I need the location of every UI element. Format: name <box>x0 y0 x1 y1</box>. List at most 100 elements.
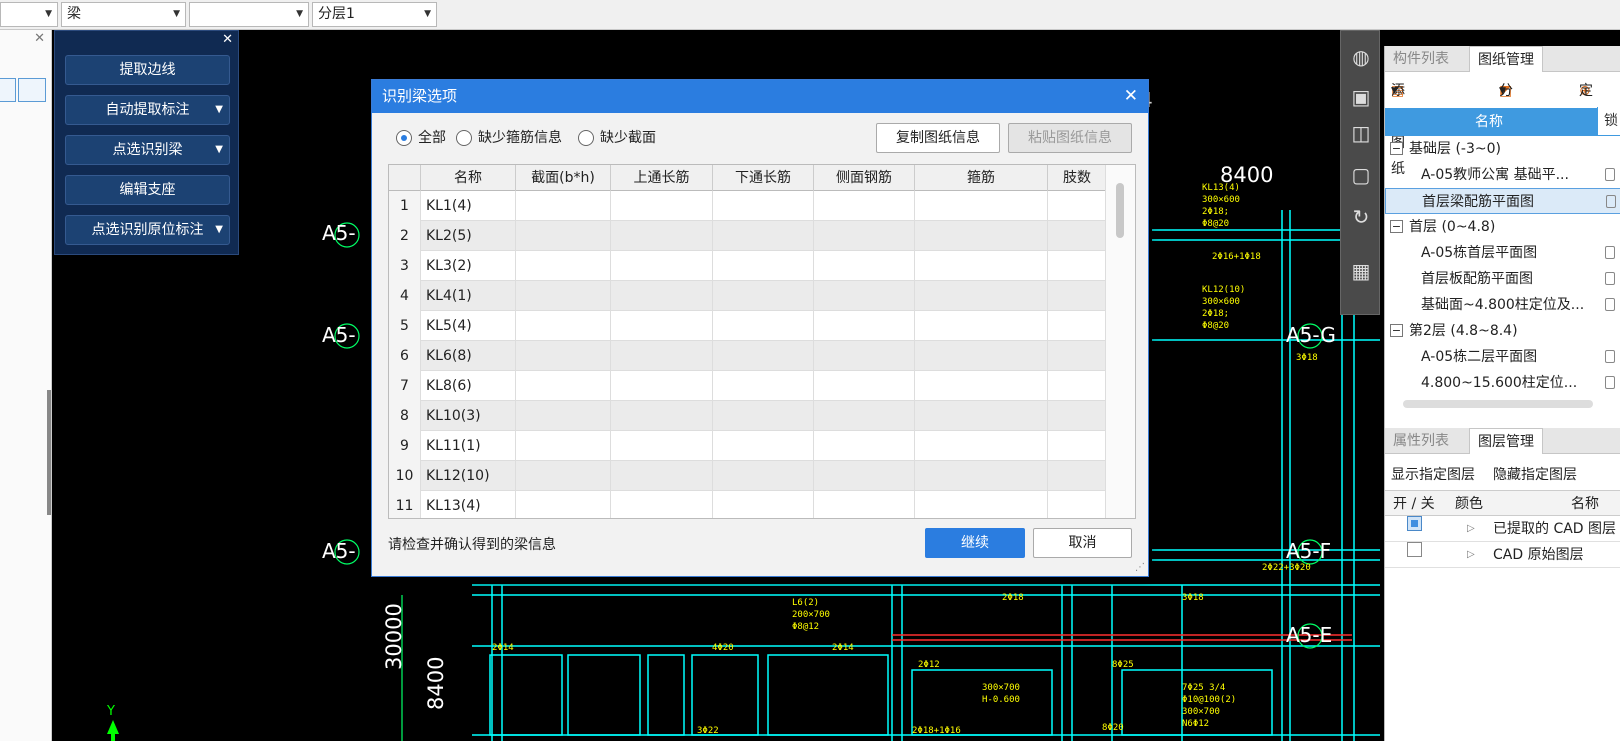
table-cell[interactable] <box>915 191 1048 221</box>
table-cell[interactable] <box>713 281 814 311</box>
tree-item-drawing[interactable]: A-05栋二层平面图 <box>1385 344 1620 370</box>
table-cell[interactable] <box>516 491 611 518</box>
lock-icon[interactable] <box>1605 168 1615 181</box>
lock-icon[interactable] <box>1605 376 1615 389</box>
table-cell[interactable] <box>1048 191 1107 221</box>
close-icon[interactable]: ✕ <box>222 32 233 47</box>
panel-splitter[interactable] <box>47 390 51 515</box>
chevron-down-icon[interactable]: ▼ <box>215 216 223 244</box>
beam-name-cell[interactable]: KL5(4) <box>421 311 516 341</box>
grid-settings-icon[interactable]: ▦ <box>1347 257 1375 285</box>
pick-recognize-inplace-label-button[interactable]: 点选识别原位标注 ▼ <box>65 215 230 245</box>
table-cell[interactable] <box>814 401 915 431</box>
iso-view-icon[interactable]: ▢ <box>1347 161 1375 189</box>
table-cell[interactable] <box>915 491 1048 518</box>
beam-name-cell[interactable]: KL6(8) <box>421 341 516 371</box>
table-cell[interactable] <box>1048 281 1107 311</box>
tab-component-list[interactable]: 构件列表 <box>1385 46 1457 72</box>
table-cell[interactable] <box>516 251 611 281</box>
table-cell[interactable] <box>1048 491 1107 518</box>
close-icon[interactable]: ✕ <box>1124 80 1138 113</box>
beam-name-cell[interactable]: KL10(3) <box>421 401 516 431</box>
edit-support-button[interactable]: 编辑支座 <box>65 175 230 205</box>
table-vertical-scrollbar[interactable] <box>1105 165 1135 518</box>
table-cell[interactable] <box>516 461 611 491</box>
cancel-button[interactable]: 取消 <box>1033 528 1132 558</box>
resize-grip-icon[interactable]: ⋰ <box>1135 562 1145 573</box>
lock-icon[interactable] <box>1605 350 1615 363</box>
tab-drawing-management[interactable]: 图纸管理 <box>1469 46 1543 72</box>
table-row[interactable]: 10 KL12(10) <box>389 461 1107 491</box>
layer-row-original[interactable]: ▷ CAD 原始图层 <box>1385 542 1620 568</box>
beam-name-cell[interactable]: KL13(4) <box>421 491 516 518</box>
table-cell[interactable] <box>516 281 611 311</box>
table-cell[interactable] <box>611 371 713 401</box>
tree-node-floor-first[interactable]: − 首层 (0~4.8) <box>1385 214 1620 240</box>
table-cell[interactable] <box>611 221 713 251</box>
table-cell[interactable] <box>611 281 713 311</box>
table-cell[interactable] <box>1048 461 1107 491</box>
beam-name-cell[interactable]: KL4(1) <box>421 281 516 311</box>
tree-item-drawing[interactable]: A-05栋首层平面图 <box>1385 240 1620 266</box>
layer-row-extracted[interactable]: ▷ 已提取的 CAD 图层 <box>1385 516 1620 542</box>
table-cell[interactable] <box>713 341 814 371</box>
table-cell[interactable] <box>915 431 1048 461</box>
close-icon[interactable]: ✕ <box>34 31 45 46</box>
beam-name-cell[interactable]: KL12(10) <box>421 461 516 491</box>
3d-view-icon[interactable]: ▣ <box>1347 83 1375 111</box>
tree-node-floor-second[interactable]: − 第2层 (4.8~8.4) <box>1385 318 1620 344</box>
tree-node-floor-foundation[interactable]: − 基础层 (-3~0) <box>1385 136 1620 162</box>
component-type-select[interactable]: 梁 ▼ <box>61 2 186 27</box>
table-row[interactable]: 2 KL2(5) <box>389 221 1107 251</box>
orbit-icon[interactable]: ◍ <box>1347 43 1375 71</box>
table-cell[interactable] <box>611 341 713 371</box>
table-cell[interactable] <box>915 461 1048 491</box>
table-row[interactable]: 9 KL11(1) <box>389 431 1107 461</box>
table-cell[interactable] <box>713 461 814 491</box>
table-cell[interactable] <box>814 191 915 221</box>
table-cell[interactable] <box>611 491 713 518</box>
table-cell[interactable] <box>713 401 814 431</box>
table-row[interactable]: 5 KL5(4) <box>389 311 1107 341</box>
tree-item-drawing[interactable]: 首层板配筋平面图 <box>1385 266 1620 292</box>
table-cell[interactable] <box>814 221 915 251</box>
auto-extract-label-button[interactable]: 自动提取标注 ▼ <box>65 95 230 125</box>
table-cell[interactable] <box>611 431 713 461</box>
table-cell[interactable] <box>611 461 713 491</box>
table-cell[interactable] <box>1048 371 1107 401</box>
table-cell[interactable] <box>1048 221 1107 251</box>
component-select[interactable]: ▼ <box>189 2 309 27</box>
table-cell[interactable] <box>713 251 814 281</box>
floor-select[interactable]: ▼ <box>0 2 58 27</box>
rotate-icon[interactable]: ↻ <box>1347 203 1375 231</box>
layer-toggle-checkbox[interactable] <box>1407 516 1422 531</box>
table-cell[interactable] <box>814 251 915 281</box>
beam-name-cell[interactable]: KL2(5) <box>421 221 516 251</box>
table-cell[interactable] <box>1048 311 1107 341</box>
tree-item-drawing[interactable]: 基础面~4.800柱定位及... <box>1385 292 1620 318</box>
table-cell[interactable] <box>713 191 814 221</box>
collapse-icon[interactable]: − <box>1390 324 1403 337</box>
table-cell[interactable] <box>915 221 1048 251</box>
tab-layer-management[interactable]: 图层管理 <box>1469 428 1543 454</box>
table-cell[interactable] <box>713 371 814 401</box>
table-cell[interactable] <box>915 371 1048 401</box>
beam-name-cell[interactable]: KL1(4) <box>421 191 516 221</box>
copy-drawing-info-button[interactable]: 复制图纸信息 <box>876 123 1000 153</box>
chevron-down-icon[interactable]: ▼ <box>215 96 223 124</box>
table-cell[interactable] <box>814 431 915 461</box>
table-cell[interactable] <box>713 311 814 341</box>
table-cell[interactable] <box>814 311 915 341</box>
table-cell[interactable] <box>814 491 915 518</box>
table-cell[interactable] <box>814 371 915 401</box>
beam-name-cell[interactable]: KL3(2) <box>421 251 516 281</box>
collapse-icon[interactable]: − <box>1390 220 1403 233</box>
table-cell[interactable] <box>1048 251 1107 281</box>
form-view-icon[interactable] <box>18 78 46 102</box>
table-cell[interactable] <box>516 401 611 431</box>
list-view-icon[interactable] <box>0 78 16 102</box>
table-cell[interactable] <box>516 371 611 401</box>
table-cell[interactable] <box>713 431 814 461</box>
table-cell[interactable] <box>915 251 1048 281</box>
lock-icon[interactable] <box>1606 195 1616 208</box>
